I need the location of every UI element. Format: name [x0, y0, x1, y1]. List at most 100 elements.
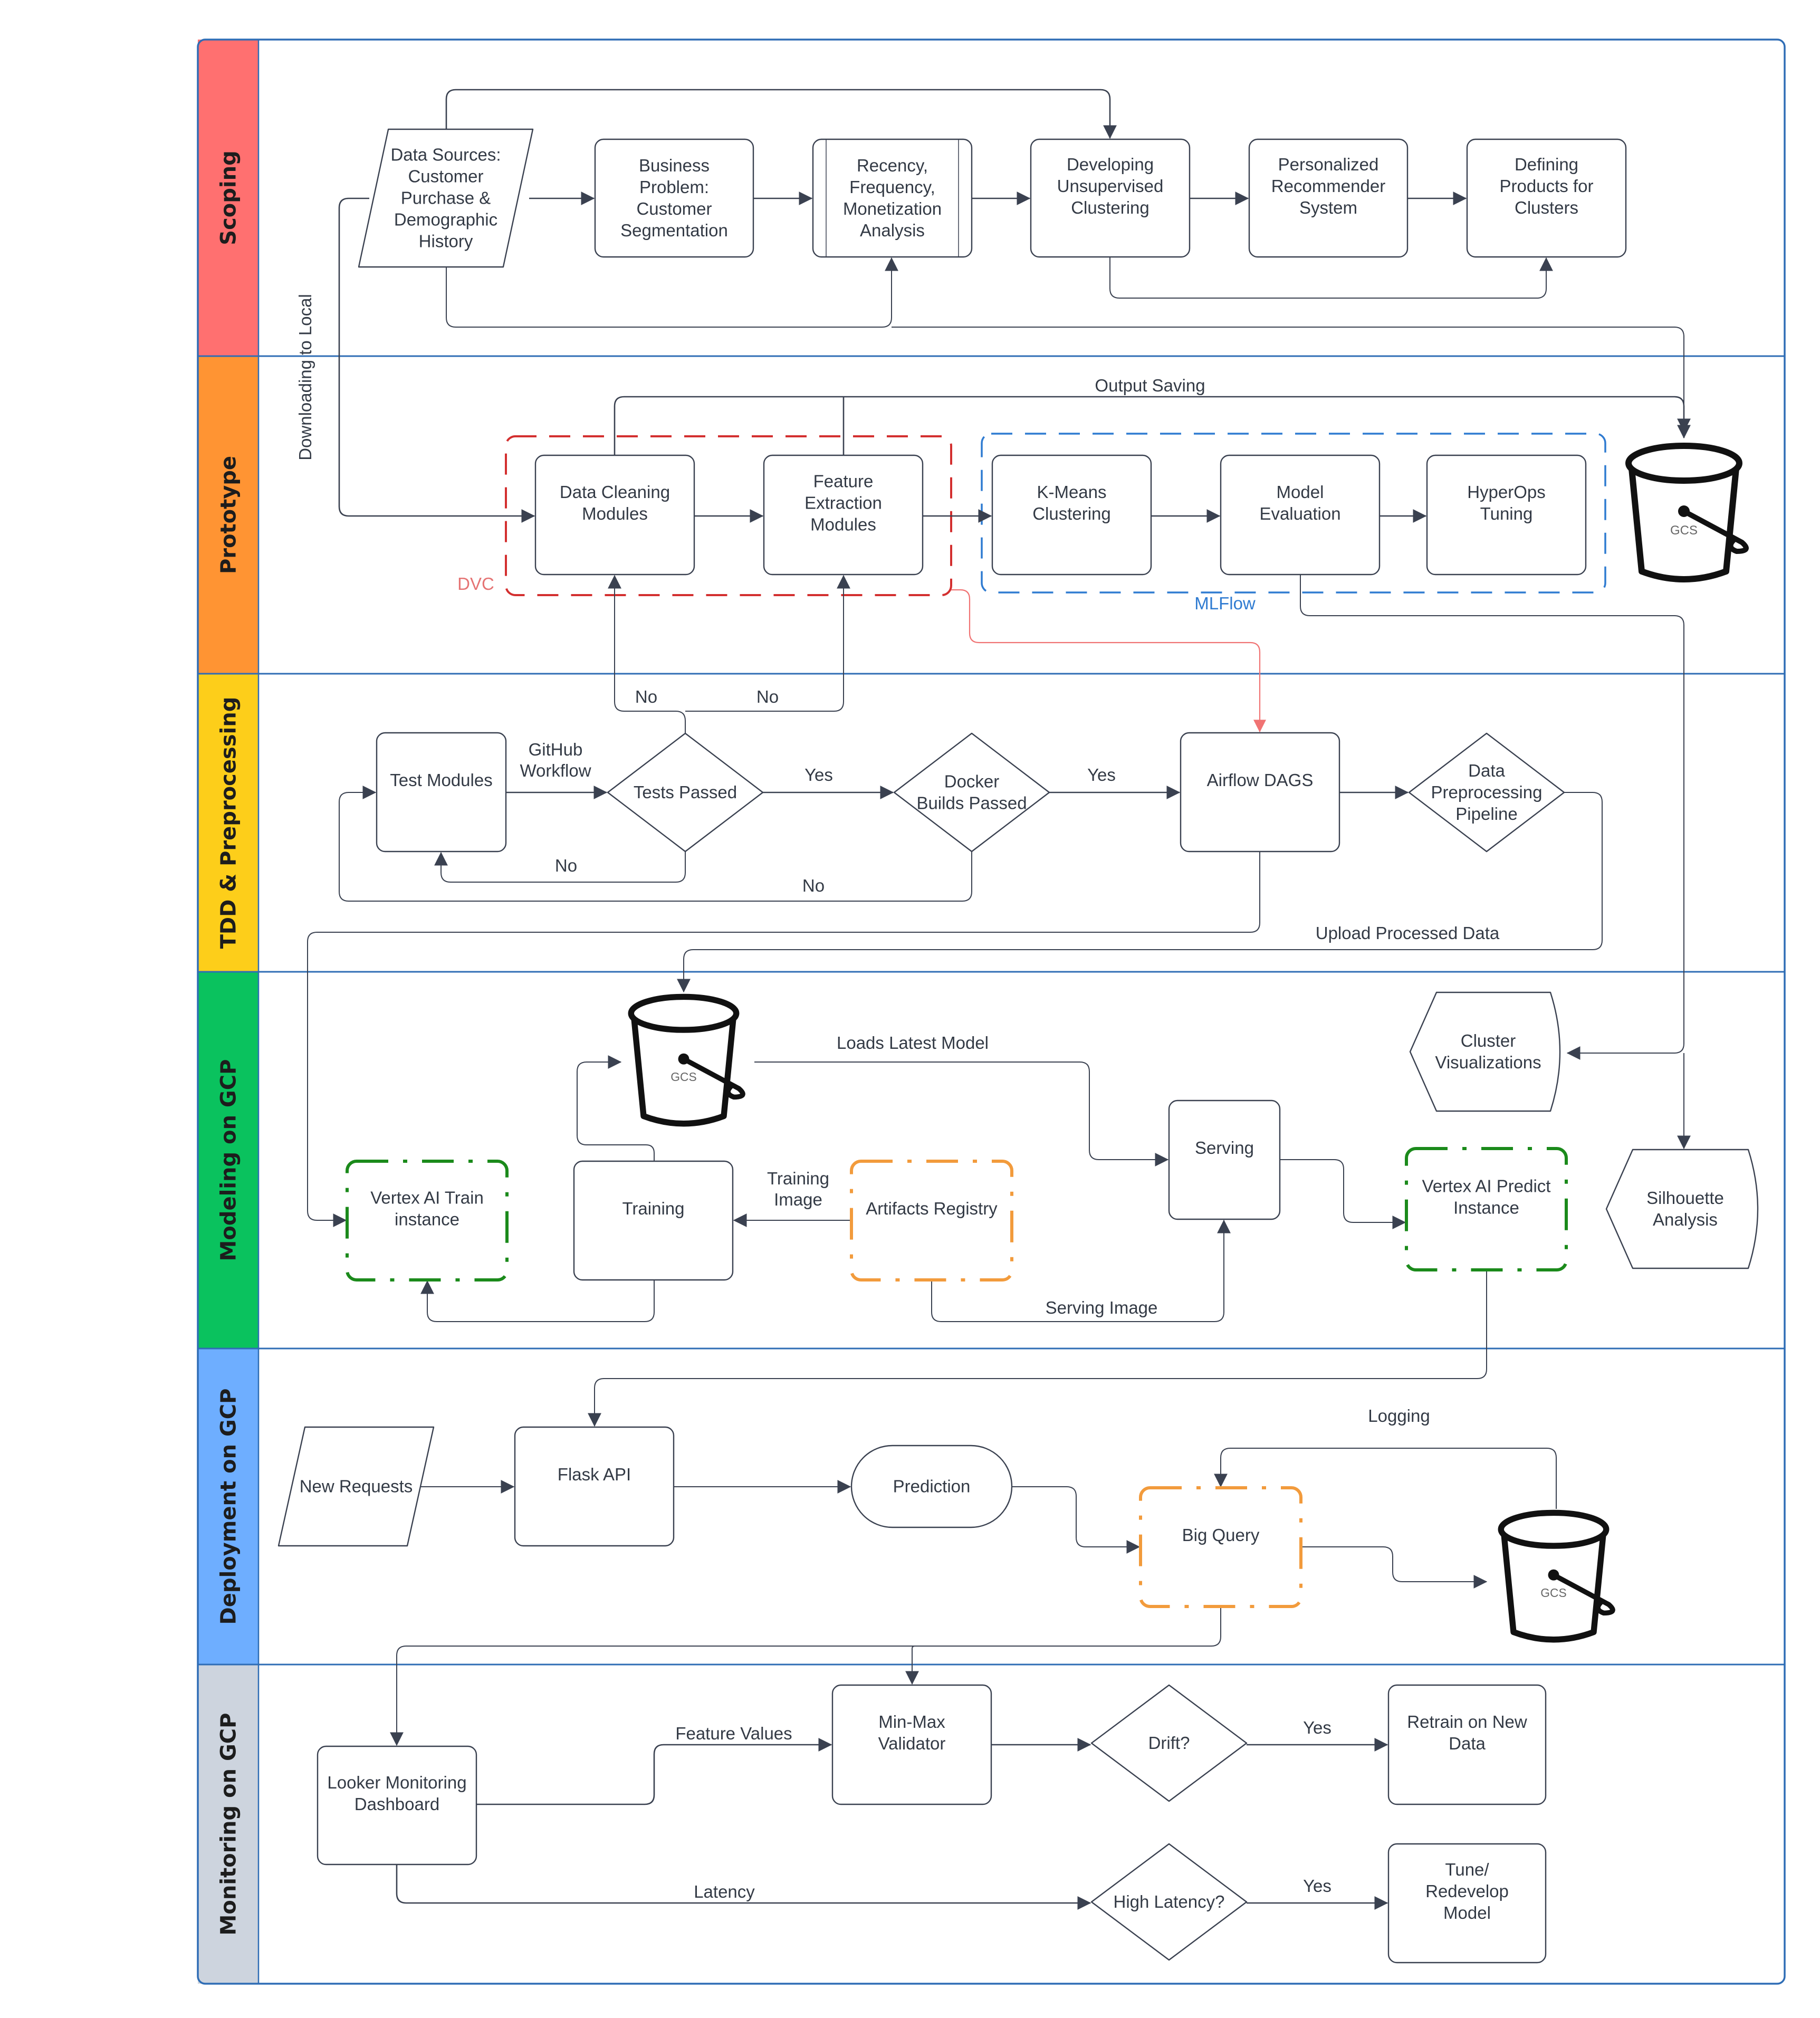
- node-business-problem[interactable]: Business Problem: Customer Segmentation: [594, 138, 754, 258]
- edge-training-to-vertextrain[interactable]: [420, 1280, 655, 1322]
- gcs-label: GCS: [670, 1070, 696, 1084]
- node-label: Frequency,: [849, 177, 935, 197]
- node-shape: [514, 1426, 675, 1547]
- node-label: Instance: [1453, 1198, 1519, 1218]
- edge-label-yes-drift: Yes: [1303, 1718, 1332, 1737]
- node-label: Data Cleaning: [560, 482, 670, 502]
- node-prediction[interactable]: Prediction: [850, 1445, 1013, 1528]
- node-label: Docker: [944, 772, 1000, 791]
- node-model-eval[interactable]: Model Evaluation: [1220, 454, 1381, 576]
- node-label: Evaluation: [1259, 504, 1340, 523]
- node-label: Builds Passed: [916, 793, 1027, 813]
- node-label: Tune/: [1445, 1860, 1489, 1879]
- node-airflow[interactable]: Airflow DAGS: [1180, 732, 1340, 853]
- node-label: Prediction: [893, 1477, 971, 1496]
- node-rfm[interactable]: Recency, Frequency, Monetization Analysis: [812, 138, 973, 258]
- edge-datasources-bottom-to-rfm[interactable]: [446, 257, 898, 328]
- node-data-sources[interactable]: Data Sources: Customer Purchase & Demograph…: [358, 128, 534, 268]
- node-label: Validator: [878, 1734, 946, 1753]
- node-label: Visualizations: [1435, 1053, 1541, 1072]
- gcs-bucket-icon[interactable]: GCS: [1498, 1509, 1615, 1643]
- node-kmeans[interactable]: K-Means Clustering: [991, 454, 1152, 576]
- node-data-prep[interactable]: Data PreprocessingPipeline: [1408, 732, 1565, 853]
- node-docker-builds[interactable]: Docker Builds Passed: [893, 732, 1050, 853]
- node-label: K-Means: [1037, 482, 1106, 502]
- lane-title: TDD & Preprocessing: [217, 697, 241, 949]
- node-looker[interactable]: Looker Monitoring Dashboard: [317, 1745, 477, 1866]
- edge-scoping-to-gcs[interactable]: [892, 327, 1691, 433]
- node-label: Developing: [1067, 155, 1154, 174]
- node-label: Drift?: [1148, 1733, 1190, 1753]
- node-drift[interactable]: Drift?: [1090, 1684, 1248, 1802]
- node-label: Modules: [582, 504, 648, 523]
- node-test-modules[interactable]: Test Modules: [376, 732, 507, 853]
- node-label: Products for: [1500, 176, 1594, 196]
- edge-unsupervised-to-defining[interactable]: [1109, 257, 1553, 299]
- node-minmax[interactable]: Min-Max Validator: [831, 1684, 992, 1805]
- node-label: Test Modules: [390, 770, 492, 790]
- node-shape: [1139, 1486, 1302, 1608]
- node-new-requests[interactable]: New Requests: [277, 1426, 435, 1547]
- lane-title: Monitoring on GCP: [217, 1713, 241, 1936]
- node-shape: [1180, 732, 1340, 853]
- node-label: Recency,: [857, 156, 928, 175]
- node-defining-products[interactable]: Defining Products for Clusters: [1466, 138, 1627, 258]
- edge-serving-to-vertexpredict[interactable]: [1280, 1159, 1406, 1229]
- lane-scoping: Scoping: [198, 40, 258, 356]
- node-recommender[interactable]: Personalized Recommender System: [1248, 138, 1409, 258]
- node-training[interactable]: Training: [573, 1160, 734, 1281]
- node-vertex-train[interactable]: Vertex AI Train instance: [346, 1160, 509, 1281]
- node-big-query[interactable]: Big Query: [1139, 1486, 1302, 1608]
- edge-looker-feature-values[interactable]: [476, 1738, 832, 1805]
- node-label: Model: [1443, 1903, 1491, 1923]
- edge-label-no-tests: No: [555, 856, 577, 875]
- gcs-label: GCS: [1540, 1586, 1566, 1600]
- node-retrain[interactable]: Retrain on New Data: [1387, 1684, 1547, 1805]
- node-high-latency[interactable]: High Latency?: [1090, 1843, 1248, 1961]
- edge-datasources-top-to-unsupervised[interactable]: [445, 89, 1117, 139]
- node-vertex-predict[interactable]: Vertex AI Predict Instance: [1405, 1147, 1568, 1271]
- edge-prediction-to-bigquery[interactable]: [1012, 1486, 1141, 1554]
- lane-title: Modeling on GCP: [217, 1059, 241, 1261]
- node-label: Data: [1449, 1734, 1486, 1753]
- node-feature-extraction[interactable]: Feature Extraction Modules: [763, 454, 924, 576]
- node-serving[interactable]: Serving: [1168, 1099, 1281, 1220]
- node-label: Feature: [813, 471, 874, 491]
- node-label: New Requests: [300, 1477, 413, 1496]
- node-tests-passed[interactable]: Tests Passed: [607, 732, 764, 853]
- node-cluster-viz[interactable]: Cluster Visualizations: [1409, 991, 1561, 1112]
- node-silhouette[interactable]: Silhouette Analysis: [1605, 1149, 1759, 1269]
- edge-label-logging: Logging: [1368, 1406, 1430, 1426]
- lane-title: Prototype: [217, 456, 241, 574]
- node-label: HyperOps: [1467, 482, 1546, 502]
- node-label: Clustering: [1032, 504, 1111, 523]
- node-hyperops[interactable]: HyperOps Tuning: [1426, 454, 1587, 576]
- edge-label-github-workflow-1: GitHub: [529, 740, 583, 759]
- node-label: Unsupervised: [1057, 176, 1164, 196]
- edge-output-saving-cleaning[interactable]: [614, 396, 1691, 455]
- node-shape: [376, 732, 507, 853]
- gcs-bucket-icon[interactable]: GCS: [1625, 443, 1749, 582]
- gcs-bucket-icon[interactable]: GCS: [628, 993, 745, 1127]
- edge-bigquery-to-looker[interactable]: [390, 1606, 1221, 1746]
- node-label: Clustering: [1071, 198, 1150, 217]
- node-tune[interactable]: Tune/RedevelopModel: [1387, 1843, 1547, 1964]
- edge-label-no-docker: No: [802, 876, 825, 895]
- node-shape: [1605, 1149, 1759, 1269]
- node-data-cleaning[interactable]: Data Cleaning Modules: [534, 454, 695, 576]
- node-label: Data Sources:: [390, 145, 501, 165]
- node-label: Silhouette: [1646, 1188, 1724, 1208]
- node-label: Modules: [810, 514, 876, 534]
- edge-gcs-loads-latest-model[interactable]: [754, 1061, 1169, 1166]
- node-unsupervised[interactable]: Developing Unsupervised Clustering: [1030, 138, 1191, 258]
- node-label: Business: [639, 156, 710, 175]
- lane-title: Deployment on GCP: [217, 1389, 241, 1625]
- edge-bigquery-to-gcs[interactable]: [1301, 1546, 1488, 1589]
- node-label: Monetization: [843, 199, 942, 218]
- edge-label-downloading-to-local: Downloading to Local: [295, 294, 315, 461]
- edge-tests-no-to-cleaning[interactable]: [608, 575, 686, 733]
- node-flask-api[interactable]: Flask API: [514, 1426, 675, 1547]
- node-artifacts-registry[interactable]: Artifacts Registry: [850, 1160, 1013, 1281]
- node-label: High Latency?: [1114, 1892, 1225, 1911]
- node-shape: [850, 1160, 1013, 1281]
